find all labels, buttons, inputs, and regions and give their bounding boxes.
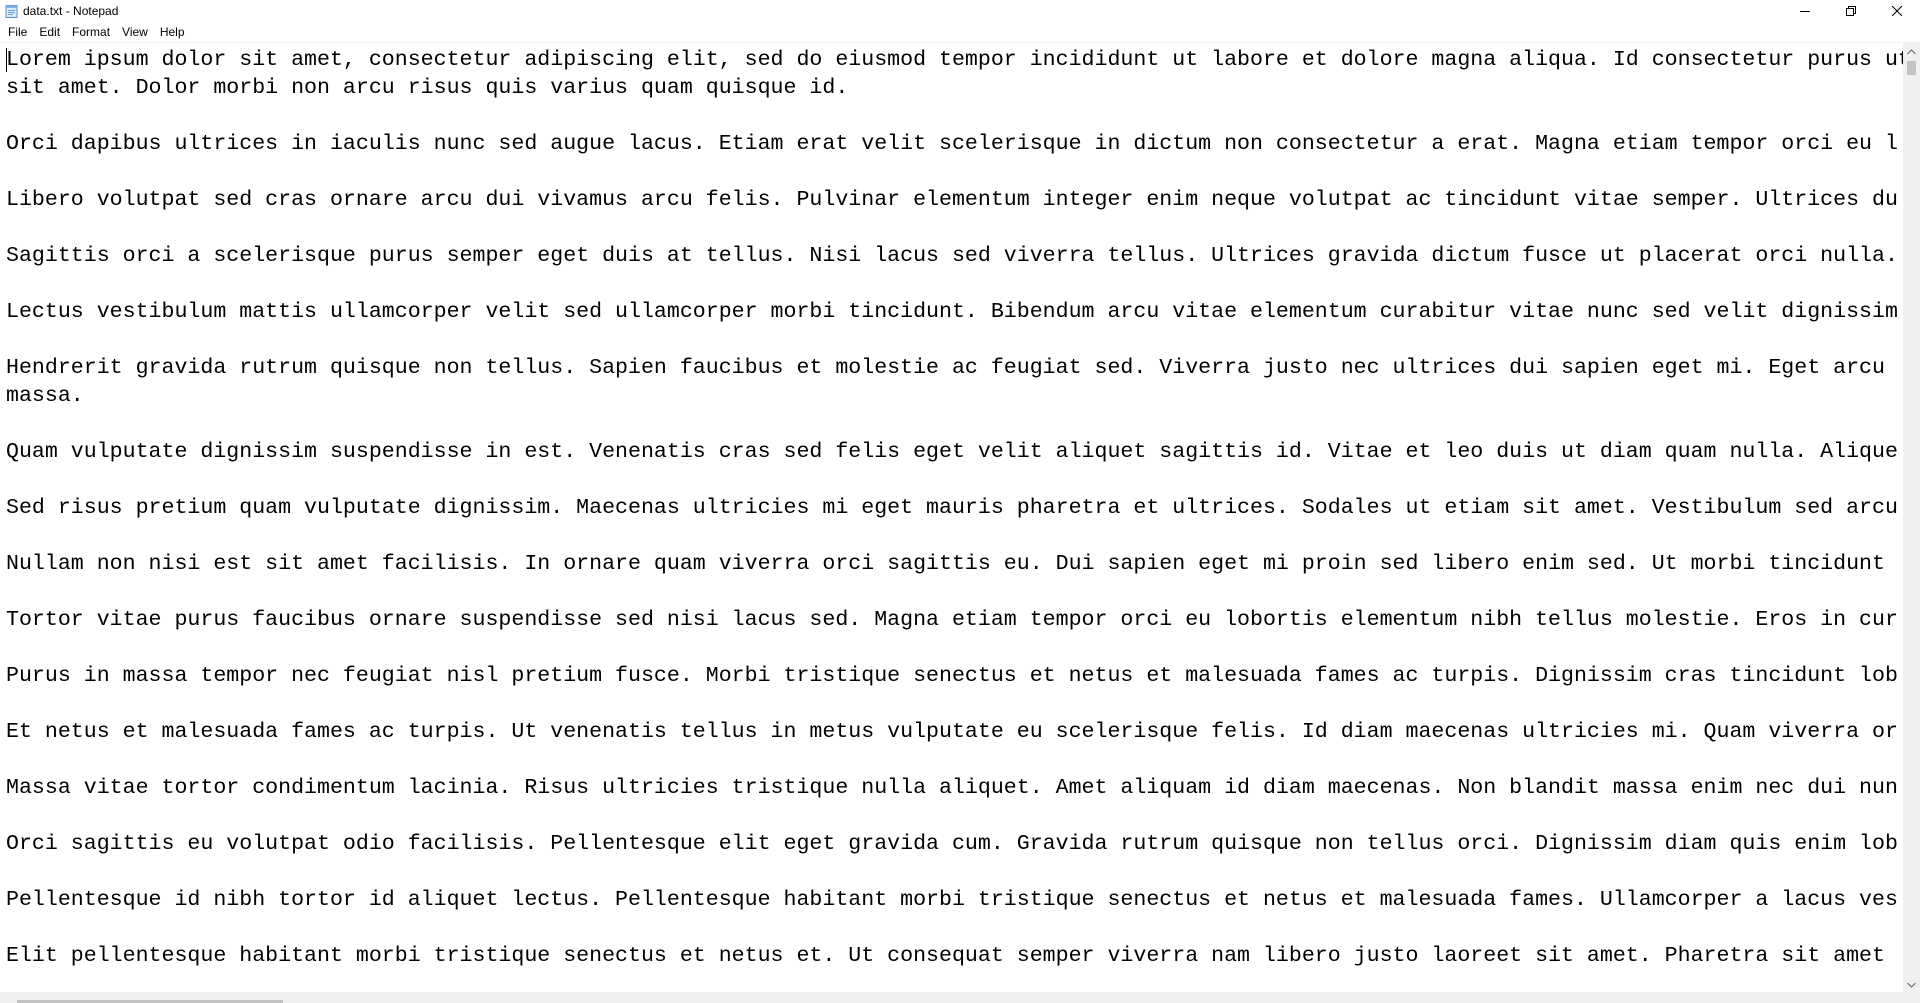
text-line[interactable]: Tortor vitae purus faucibus ornare suspe… [6, 606, 1903, 634]
window-controls [1782, 0, 1920, 22]
text-line[interactable] [6, 914, 1903, 942]
text-line[interactable] [6, 578, 1903, 606]
notepad-window: data.txt - Notepad File Edit Format View… [0, 0, 1920, 1003]
restore-button[interactable] [1828, 0, 1874, 22]
text-line[interactable]: Hendrerit gravida rutrum quisque non tel… [6, 354, 1903, 382]
text-line[interactable] [6, 634, 1903, 662]
text-line[interactable]: Et netus et malesuada fames ac turpis. U… [6, 718, 1903, 746]
text-line[interactable]: sit amet. Dolor morbi non arcu risus qui… [6, 74, 1903, 102]
text-line[interactable]: Sed risus pretium quam vulputate digniss… [6, 494, 1903, 522]
text-line[interactable] [6, 858, 1903, 886]
scroll-up-button[interactable] [1903, 42, 1920, 59]
text-line[interactable]: Elit pellentesque habitant morbi tristiq… [6, 942, 1903, 970]
text-line[interactable]: Nullam non nisi est sit amet facilisis. … [6, 550, 1903, 578]
menu-edit[interactable]: Edit [33, 23, 66, 41]
text-line[interactable] [6, 802, 1903, 830]
text-line[interactable]: Orci dapibus ultrices in iaculis nunc se… [6, 130, 1903, 158]
horizontal-scrollbar[interactable] [0, 992, 1903, 1003]
restore-icon [1846, 6, 1856, 16]
text-line[interactable] [6, 746, 1903, 774]
text-line[interactable] [6, 102, 1903, 130]
text-editor[interactable]: Lorem ipsum dolor sit amet, consectetur … [0, 42, 1903, 993]
text-line[interactable] [6, 522, 1903, 550]
text-line[interactable] [6, 214, 1903, 242]
close-icon [1892, 6, 1902, 16]
window-title: data.txt - Notepad [23, 4, 119, 18]
text-line[interactable] [6, 690, 1903, 718]
menu-bar: File Edit Format View Help [0, 22, 1920, 42]
text-line[interactable]: massa. [6, 382, 1903, 410]
text-line[interactable]: Sagittis orci a scelerisque purus semper… [6, 242, 1903, 270]
minimize-button[interactable] [1782, 0, 1828, 22]
menu-format[interactable]: Format [66, 23, 116, 41]
text-line[interactable]: Pellentesque id nibh tortor id aliquet l… [6, 886, 1903, 914]
menu-view[interactable]: View [116, 23, 154, 41]
editor-text-area[interactable]: Lorem ipsum dolor sit amet, consectetur … [6, 46, 1903, 993]
text-line[interactable]: Quam vulputate dignissim suspendisse in … [6, 438, 1903, 466]
text-line[interactable]: Orci sagittis eu volutpat odio facilisis… [6, 830, 1903, 858]
menu-file[interactable]: File [2, 23, 33, 41]
text-line[interactable] [6, 410, 1903, 438]
text-line[interactable]: Lorem ipsum dolor sit amet, consectetur … [6, 46, 1903, 74]
text-line[interactable] [6, 270, 1903, 298]
minimize-icon [1800, 6, 1810, 16]
text-line[interactable] [6, 326, 1903, 354]
text-line[interactable]: Lectus vestibulum mattis ullamcorper vel… [6, 298, 1903, 326]
text-line[interactable]: Libero volutpat sed cras ornare arcu dui… [6, 186, 1903, 214]
scroll-down-button[interactable] [1903, 975, 1920, 992]
vertical-scrollbar[interactable] [1903, 42, 1920, 992]
text-line[interactable]: Purus in massa tempor nec feugiat nisl p… [6, 662, 1903, 690]
menu-help[interactable]: Help [154, 23, 191, 41]
notepad-icon[interactable] [5, 4, 18, 18]
vertical-scroll-thumb[interactable] [1907, 61, 1916, 75]
scrollbar-corner [1903, 992, 1920, 1003]
scroll-up-arrow-icon [1907, 42, 1916, 60]
text-line[interactable] [6, 158, 1903, 186]
close-button[interactable] [1874, 0, 1920, 22]
text-line[interactable] [6, 466, 1903, 494]
title-bar[interactable]: data.txt - Notepad [0, 0, 1920, 22]
text-caret [6, 48, 7, 72]
scroll-down-arrow-icon [1907, 975, 1916, 993]
text-line[interactable]: Massa vitae tortor condimentum lacinia. … [6, 774, 1903, 802]
